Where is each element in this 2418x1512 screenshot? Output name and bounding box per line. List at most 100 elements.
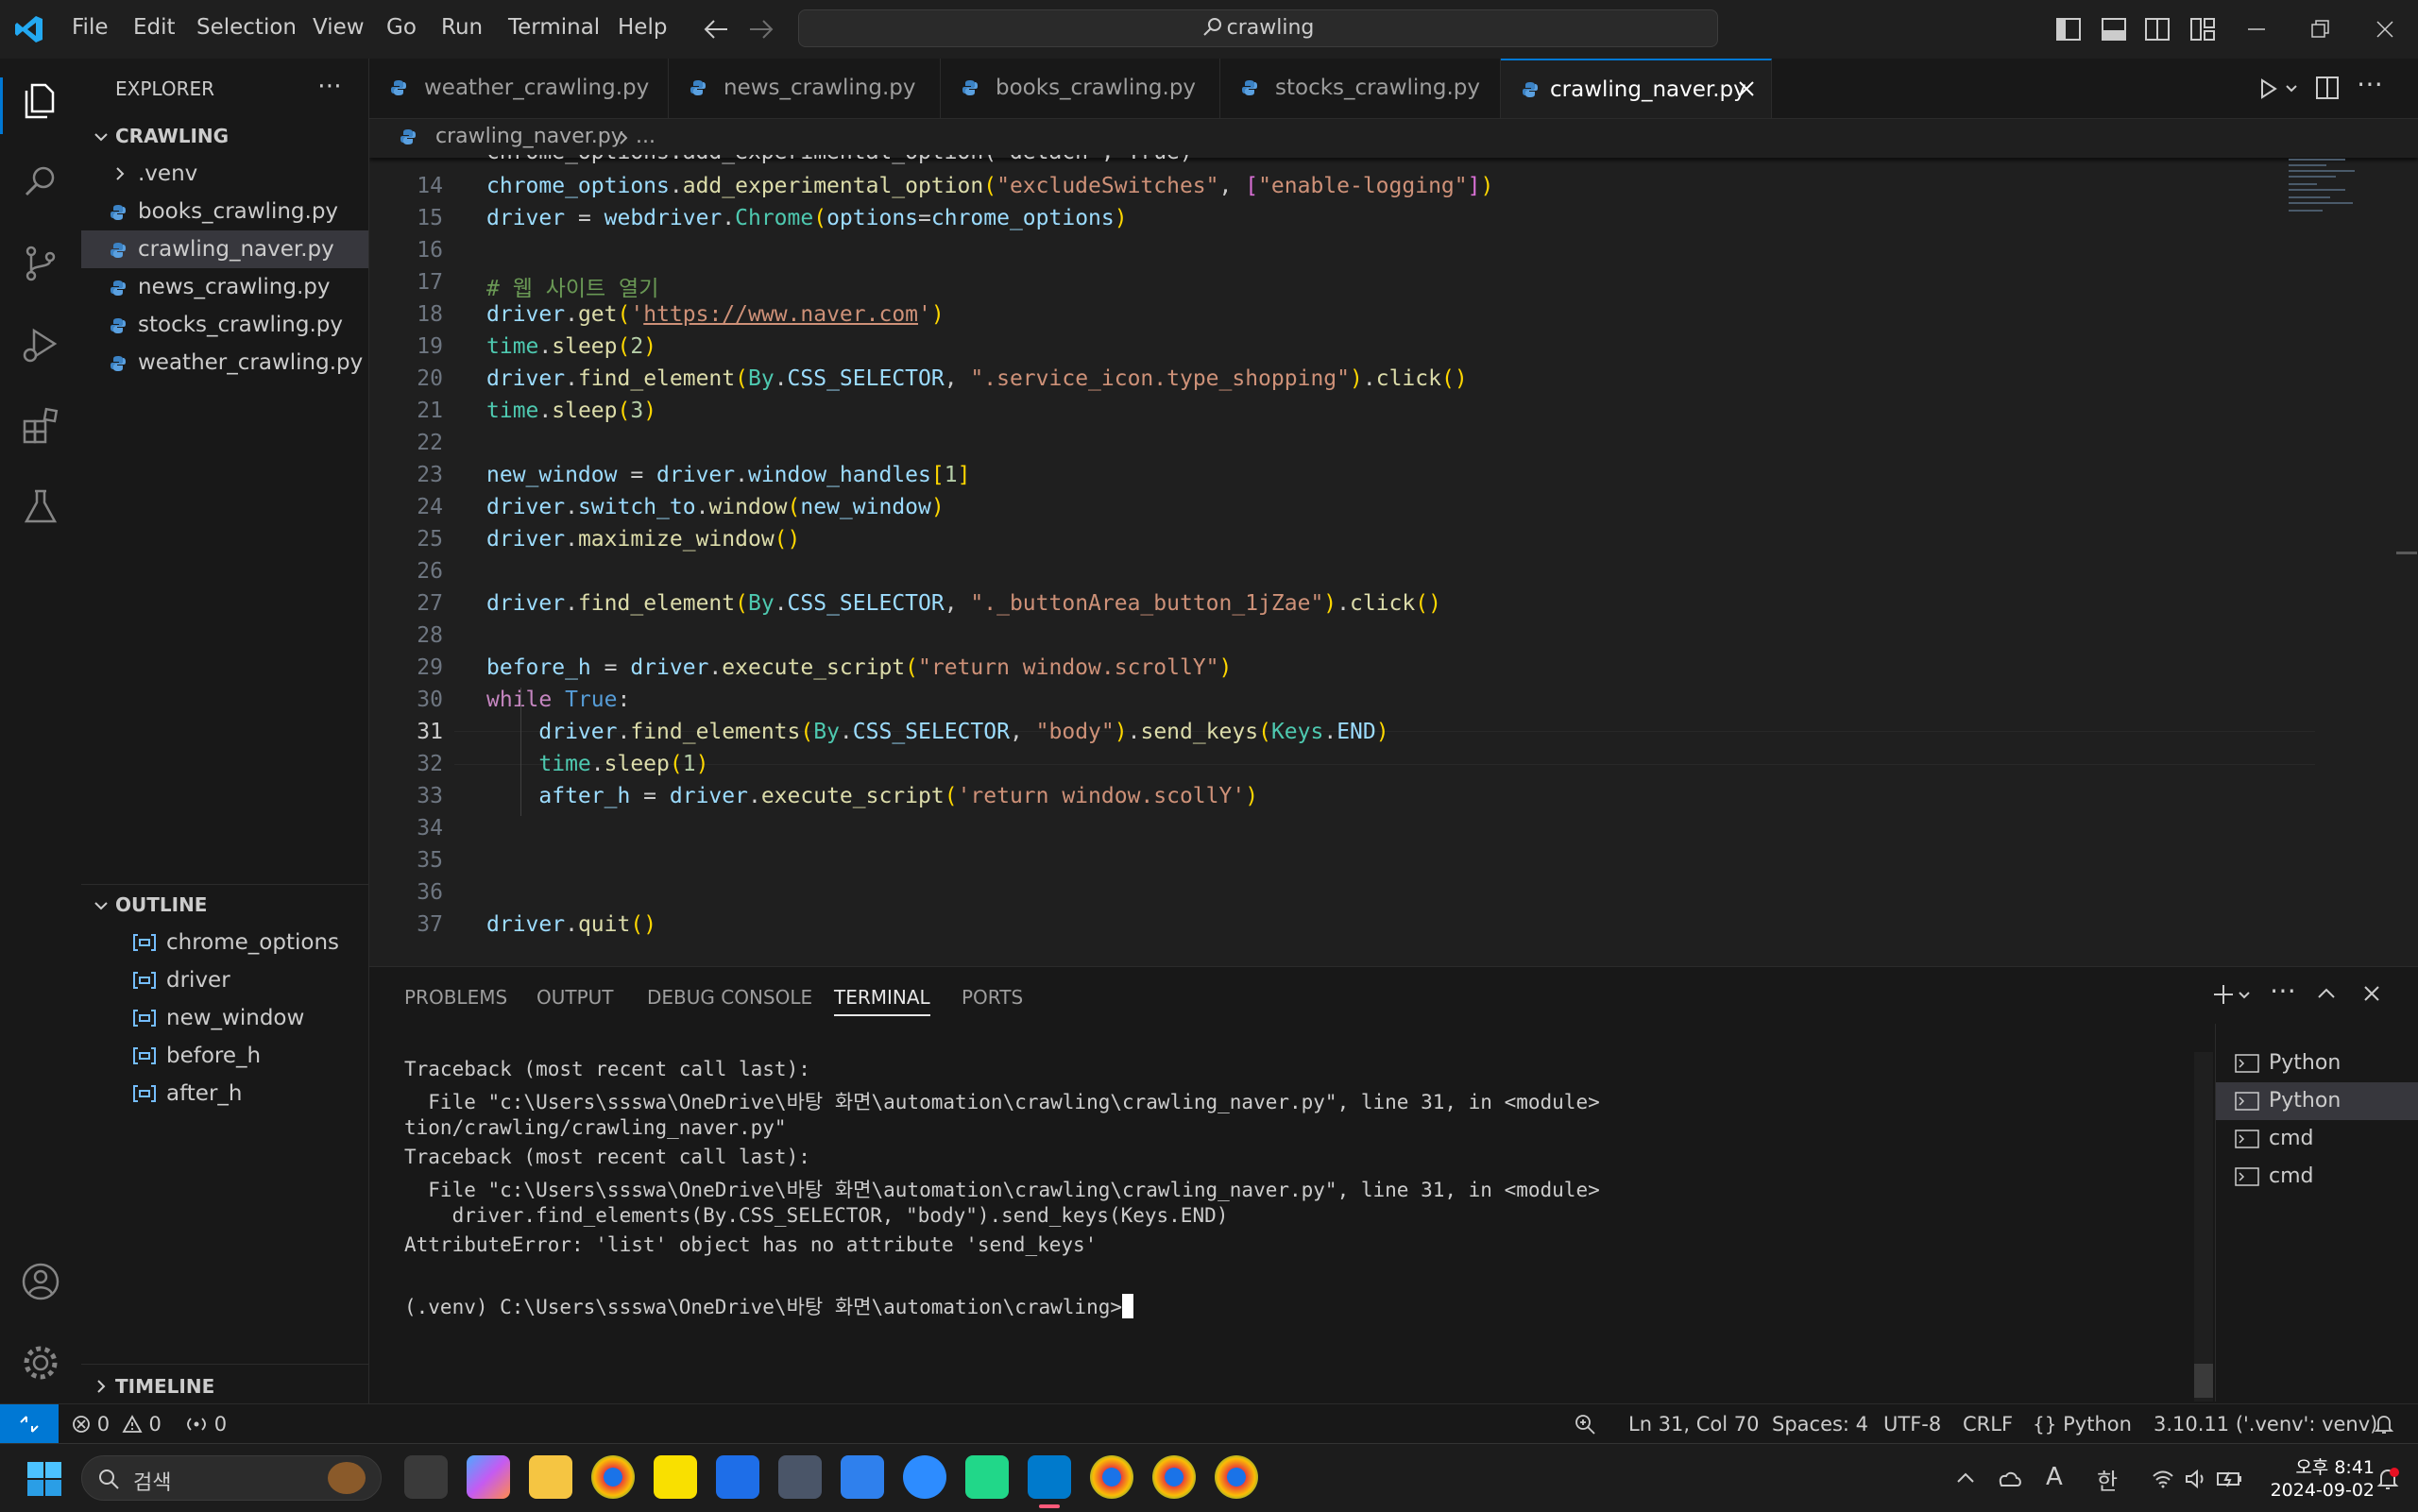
pycharm-icon[interactable]: [965, 1455, 1009, 1499]
windows-start-icon[interactable]: [26, 1461, 62, 1497]
tab-books-crawling[interactable]: books_crawling.py: [941, 59, 1220, 118]
terminal-item-python[interactable]: Python: [2216, 1045, 2418, 1082]
forward-arrow-icon[interactable]: [748, 17, 775, 42]
close-panel-icon[interactable]: [2360, 982, 2383, 1005]
tree-item-stocks-crawling[interactable]: stocks_crawling.py: [81, 306, 368, 344]
explorer-icon[interactable]: [19, 79, 62, 123]
notifications-bell-icon[interactable]: [2373, 1413, 2395, 1436]
back-arrow-icon[interactable]: [703, 17, 729, 42]
encoding[interactable]: UTF-8: [1883, 1413, 1941, 1436]
tree-item-crawling-naver[interactable]: crawling_naver.py: [81, 230, 368, 268]
clock-time[interactable]: 오후 8:41: [2290, 1453, 2375, 1479]
kakaotalk-icon[interactable]: [654, 1455, 697, 1499]
panel-tab-debug-console[interactable]: DEBUG CONSOLE: [647, 986, 812, 1009]
breadcrumb-more[interactable]: ...: [636, 119, 656, 155]
folder-crawling[interactable]: CRAWLING: [81, 117, 368, 155]
testing-icon[interactable]: [19, 485, 62, 529]
python-interpreter[interactable]: 3.10.11 ('.venv': venv): [2154, 1413, 2377, 1436]
line-ending[interactable]: CRLF: [1963, 1413, 2013, 1436]
taskbar-search[interactable]: 검색: [81, 1455, 382, 1501]
menu-go[interactable]: Go: [386, 15, 417, 40]
command-center-search[interactable]: crawling: [798, 9, 1718, 47]
split-editor-icon[interactable]: [2315, 76, 2340, 100]
run-debug-icon[interactable]: [19, 323, 62, 366]
calculator-icon[interactable]: [778, 1455, 822, 1499]
toggle-panel-icon[interactable]: [2101, 17, 2127, 42]
chrome-icon[interactable]: [1215, 1455, 1258, 1499]
outline-header[interactable]: OUTLINE: [81, 886, 368, 924]
menu-run[interactable]: Run: [441, 15, 483, 40]
minimap[interactable]: [2287, 155, 2372, 230]
outline-item[interactable]: driver: [81, 961, 368, 999]
chevron-down-icon[interactable]: [2285, 83, 2298, 94]
chrome-icon[interactable]: [1152, 1455, 1196, 1499]
panel-tab-output[interactable]: OUTPUT: [536, 986, 614, 1009]
code-editor[interactable]: chrome_options.add_experimental_option("…: [369, 155, 2418, 965]
clock-date[interactable]: 2024-09-02: [2267, 1480, 2375, 1501]
tab-stocks-crawling[interactable]: stocks_crawling.py: [1220, 59, 1501, 118]
panel-tab-problems[interactable]: PROBLEMS: [404, 986, 507, 1009]
outline-item[interactable]: chrome_options: [81, 924, 368, 961]
language-mode[interactable]: {} Python: [2033, 1413, 2132, 1436]
volume-icon[interactable]: [2184, 1469, 2208, 1489]
menu-terminal[interactable]: Terminal: [508, 15, 600, 40]
zoom-app-icon[interactable]: [903, 1455, 946, 1499]
ports-indicator[interactable]: 0: [185, 1413, 227, 1436]
minimize-icon[interactable]: [2244, 17, 2269, 42]
outline-item[interactable]: after_h: [81, 1075, 368, 1113]
manage-gear-icon[interactable]: [19, 1341, 62, 1385]
panel-tab-terminal[interactable]: TERMINAL: [834, 986, 930, 1016]
chevron-down-icon[interactable]: [2238, 990, 2251, 1001]
battery-icon[interactable]: [2216, 1469, 2244, 1489]
terminal-item-cmd[interactable]: cmd: [2216, 1158, 2418, 1196]
menu-file[interactable]: File: [72, 15, 109, 40]
task-view-icon[interactable]: [404, 1455, 448, 1499]
tree-item-news-crawling[interactable]: news_crawling.py: [81, 268, 368, 306]
onedrive-cloud-icon[interactable]: [1995, 1467, 2023, 1489]
more-actions-icon[interactable]: ⋯: [2270, 975, 2296, 1006]
tab-crawling-naver[interactable]: crawling_naver.py: [1501, 59, 1772, 118]
ime-mode-a[interactable]: A: [2046, 1463, 2063, 1491]
copilot-icon[interactable]: [467, 1455, 510, 1499]
menu-edit[interactable]: Edit: [133, 15, 176, 40]
wifi-icon[interactable]: [2152, 1469, 2174, 1489]
chrome-icon[interactable]: [1090, 1455, 1133, 1499]
timeline-header[interactable]: TIMELINE: [81, 1368, 368, 1405]
indentation[interactable]: Spaces: 4: [1772, 1413, 1868, 1436]
tab-weather-crawling[interactable]: weather_crawling.py: [369, 59, 669, 118]
chrome-icon[interactable]: [591, 1455, 635, 1499]
close-window-icon[interactable]: [2373, 17, 2397, 42]
customize-layout-icon[interactable]: [2189, 17, 2216, 42]
tree-item-weather-crawling[interactable]: weather_crawling.py: [81, 344, 368, 382]
cursor-position[interactable]: Ln 31, Col 70: [1628, 1413, 1760, 1436]
accounts-icon[interactable]: [19, 1260, 62, 1303]
ime-mode-ko[interactable]: 한: [2097, 1463, 2118, 1496]
toggle-primary-sidebar-icon[interactable]: [2055, 17, 2082, 42]
menu-selection[interactable]: Selection: [196, 15, 297, 40]
extensions-icon[interactable]: [19, 404, 62, 448]
sql-app-icon[interactable]: [716, 1455, 759, 1499]
breadcrumb-file[interactable]: crawling_naver.py: [435, 119, 623, 155]
terminal-prompt[interactable]: (.venv) C:\Users\ssswa\OneDrive\바탕 화면\au…: [404, 1292, 1134, 1320]
terminal-scrollbar[interactable]: [2194, 1052, 2213, 1402]
menu-help[interactable]: Help: [618, 15, 667, 40]
more-actions-icon[interactable]: ⋯: [317, 72, 344, 100]
new-terminal-icon[interactable]: [2211, 982, 2236, 1007]
tab-news-crawling[interactable]: news_crawling.py: [669, 59, 941, 118]
file-explorer-icon[interactable]: [529, 1455, 572, 1499]
terminal-item-cmd[interactable]: cmd: [2216, 1120, 2418, 1158]
run-python-file-icon[interactable]: [2256, 77, 2279, 100]
vscode-taskbar-icon[interactable]: [1028, 1455, 1071, 1499]
zoom-icon[interactable]: [1574, 1413, 1596, 1436]
toggle-secondary-sidebar-icon[interactable]: [2144, 17, 2171, 42]
tree-item-venv[interactable]: .venv: [81, 155, 368, 193]
restore-icon[interactable]: [2308, 17, 2333, 42]
notification-bell-icon[interactable]: [2376, 1467, 2399, 1491]
close-tab-icon[interactable]: [1737, 79, 1756, 98]
more-actions-icon[interactable]: ⋯: [2357, 68, 2383, 99]
outline-item[interactable]: new_window: [81, 999, 368, 1037]
terminal-item-python-active[interactable]: Python: [2216, 1082, 2418, 1120]
panel-tab-ports[interactable]: PORTS: [962, 986, 1023, 1009]
menu-view[interactable]: View: [313, 15, 365, 40]
search-icon[interactable]: [19, 161, 62, 204]
